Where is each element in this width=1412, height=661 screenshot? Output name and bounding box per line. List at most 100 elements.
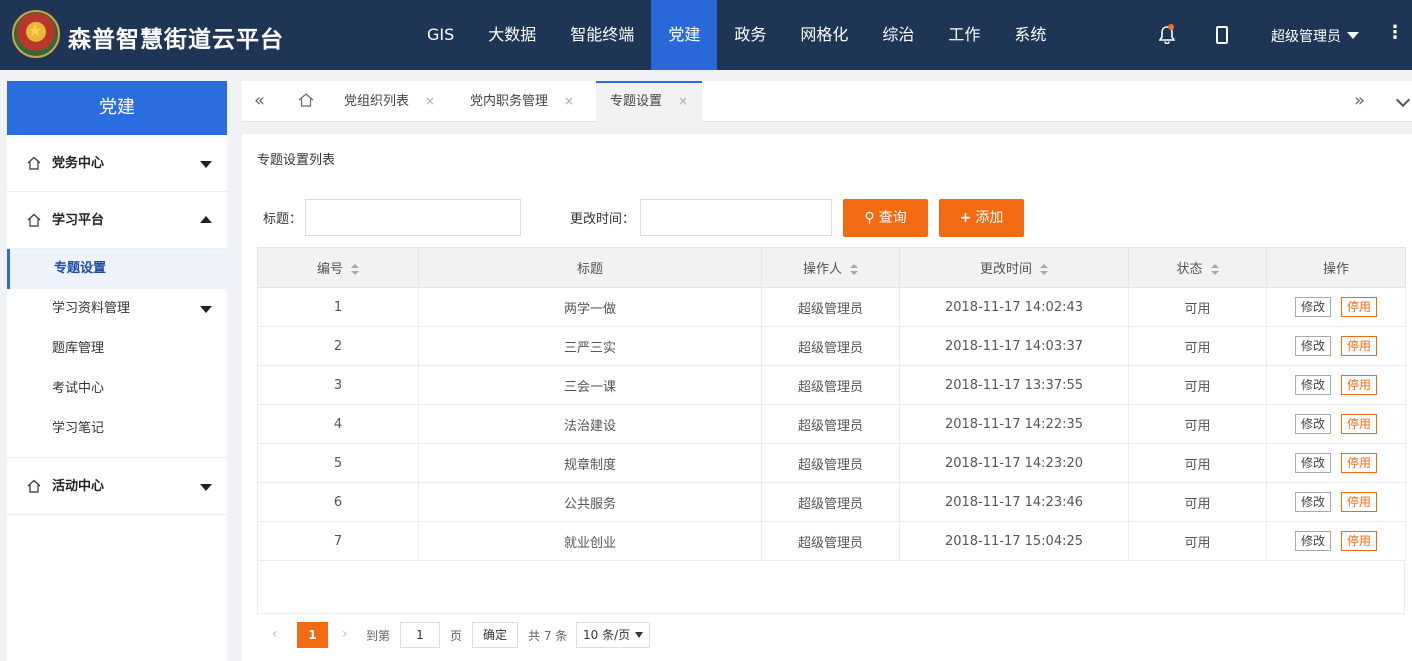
close-icon[interactable]: × [564,94,574,108]
edit-button[interactable]: 修改 [1295,531,1331,551]
sort-icon[interactable] [351,264,359,275]
cell-title: 三严三实 [418,326,762,366]
nav-item-security[interactable]: 综治 [865,0,931,70]
cell-actions: 修改 停用 [1266,287,1406,327]
scroll-left-icon[interactable]: « [254,90,265,111]
nav-item-work[interactable]: 工作 [931,0,997,70]
cell-status: 可用 [1128,326,1267,366]
edit-button[interactable]: 修改 [1295,375,1331,395]
title-filter-input[interactable] [305,199,521,236]
title-filter-label: 标题： [263,212,303,227]
disable-button[interactable]: 停用 [1341,336,1377,356]
close-icon[interactable]: × [678,94,688,108]
nav-item-system[interactable]: 系统 [997,0,1063,70]
sidebar-group-learning[interactable]: 学习平台 [7,192,227,249]
nav-item-grid[interactable]: 网格化 [783,0,865,70]
tab-party-positions[interactable]: 党内职务管理 × [456,81,588,122]
user-name: 超级管理员 [1271,29,1341,45]
next-page-icon[interactable]: › [342,626,348,642]
mobile-icon[interactable] [1216,26,1228,44]
col-header-time[interactable]: 更改时间 [899,247,1129,288]
home-icon [27,479,41,493]
goto-page-input[interactable]: 1 [400,622,440,648]
cell-actions: 修改 停用 [1266,404,1406,444]
nav-item-smart-terminal[interactable]: 智能终端 [553,0,651,70]
table-row: 2 三严三实 超级管理员 2018-11-17 14:03:37 可用 修改 停用 [257,326,1406,366]
disable-button[interactable]: 停用 [1341,453,1377,473]
sidebar-group-label: 学习平台 [52,213,105,228]
table-empty-space [257,560,1405,614]
caret-up-icon [200,216,212,223]
home-tab-icon[interactable] [298,92,314,108]
disable-button[interactable]: 停用 [1341,531,1377,551]
edit-button[interactable]: 修改 [1295,297,1331,317]
sort-icon[interactable] [1210,264,1219,275]
disable-button[interactable]: 停用 [1341,414,1377,434]
cell-operator: 超级管理员 [761,404,900,444]
home-icon [27,156,41,170]
cell-id: 7 [257,521,419,561]
user-menu[interactable]: 超级管理员 [1271,26,1359,46]
disable-button[interactable]: 停用 [1341,375,1377,395]
cell-title: 三会一课 [418,365,762,405]
sort-icon[interactable] [1040,264,1048,275]
nav-item-government[interactable]: 政务 [717,0,783,70]
notification-dot [1168,24,1174,30]
sidebar-item-label: 学习资料管理 [52,301,131,316]
query-button[interactable]: ⚲ 查询 [843,199,928,237]
current-page[interactable]: 1 [297,622,328,648]
nav-item-party[interactable]: 党建 [651,0,718,70]
cell-operator: 超级管理员 [761,365,900,405]
edit-button[interactable]: 修改 [1295,336,1331,356]
col-header-operator[interactable]: 操作人 [761,247,900,288]
cell-status: 可用 [1128,404,1267,444]
goto-confirm-button[interactable]: 确定 [472,622,518,648]
cell-id: 4 [257,404,419,444]
caret-down-icon [635,632,643,638]
top-navbar: ★ 森普智慧街道云平台 GIS 大数据 智能终端 党建 政务 网格化 综治 工作… [0,0,1412,70]
bell-icon[interactable] [1158,24,1176,45]
page-size-select[interactable]: 10 条/页 [576,622,650,648]
main-nav: GIS 大数据 智能终端 党建 政务 网格化 综治 工作 系统 [410,0,1063,70]
page-title: 专题设置列表 [257,153,336,168]
close-icon[interactable]: × [425,94,435,108]
add-button[interactable]: + 添加 [939,199,1024,237]
tab-party-org-list[interactable]: 党组织列表 × [330,81,449,122]
sidebar-item-materials[interactable]: 学习资料管理 [7,289,227,329]
sidebar-item-study-notes[interactable]: 学习笔记 [7,409,227,449]
caret-down-icon [1347,32,1359,39]
table-row: 3 三会一课 超级管理员 2018-11-17 13:37:55 可用 修改 停用 [257,365,1406,405]
tab-topic-settings[interactable]: 专题设置 × [596,81,703,122]
disable-button[interactable]: 停用 [1341,492,1377,512]
sort-icon[interactable] [850,264,858,275]
cell-time: 2018-11-17 14:23:20 [899,443,1129,483]
sidebar-item-question-bank[interactable]: 题库管理 [7,329,227,369]
edit-button[interactable]: 修改 [1295,414,1331,434]
time-filter-input[interactable] [640,199,832,236]
nav-item-bigdata[interactable]: 大数据 [471,0,553,70]
cell-actions: 修改 停用 [1266,443,1406,483]
nav-item-gis[interactable]: GIS [410,0,471,70]
sidebar-group-party-affairs[interactable]: 党务中心 [7,135,227,192]
total-count: 共 7 条 [528,629,568,643]
sidebar: 党建 党务中心 学习平台 专题设置 学习资料管理 题库管理 考试中心 学习笔记 … [7,81,227,661]
cell-title: 两学一做 [418,287,762,327]
edit-button[interactable]: 修改 [1295,453,1331,473]
sidebar-item-exam-center[interactable]: 考试中心 [7,369,227,409]
table-row: 6 公共服务 超级管理员 2018-11-17 14:23:46 可用 修改 停用 [257,482,1406,522]
sidebar-group-activities[interactable]: 活动中心 [7,458,227,515]
prev-page-icon[interactable]: ‹ [272,626,278,642]
edit-button[interactable]: 修改 [1295,492,1331,512]
disable-button[interactable]: 停用 [1341,297,1377,317]
star-icon: ★ [28,21,43,40]
more-vertical-icon[interactable]: ⋮ [1386,22,1404,43]
home-icon [27,213,41,227]
search-icon: ⚲ [864,210,875,226]
table-row: 1 两学一做 超级管理员 2018-11-17 14:02:43 可用 修改 停用 [257,287,1406,327]
sidebar-header: 党建 [7,81,227,135]
chevron-down-icon[interactable] [1395,92,1411,108]
col-header-id[interactable]: 编号 [257,247,419,288]
scroll-right-icon[interactable]: » [1354,90,1365,111]
col-header-status[interactable]: 状态 [1128,247,1267,288]
sidebar-item-topic-settings[interactable]: 专题设置 [7,249,227,289]
